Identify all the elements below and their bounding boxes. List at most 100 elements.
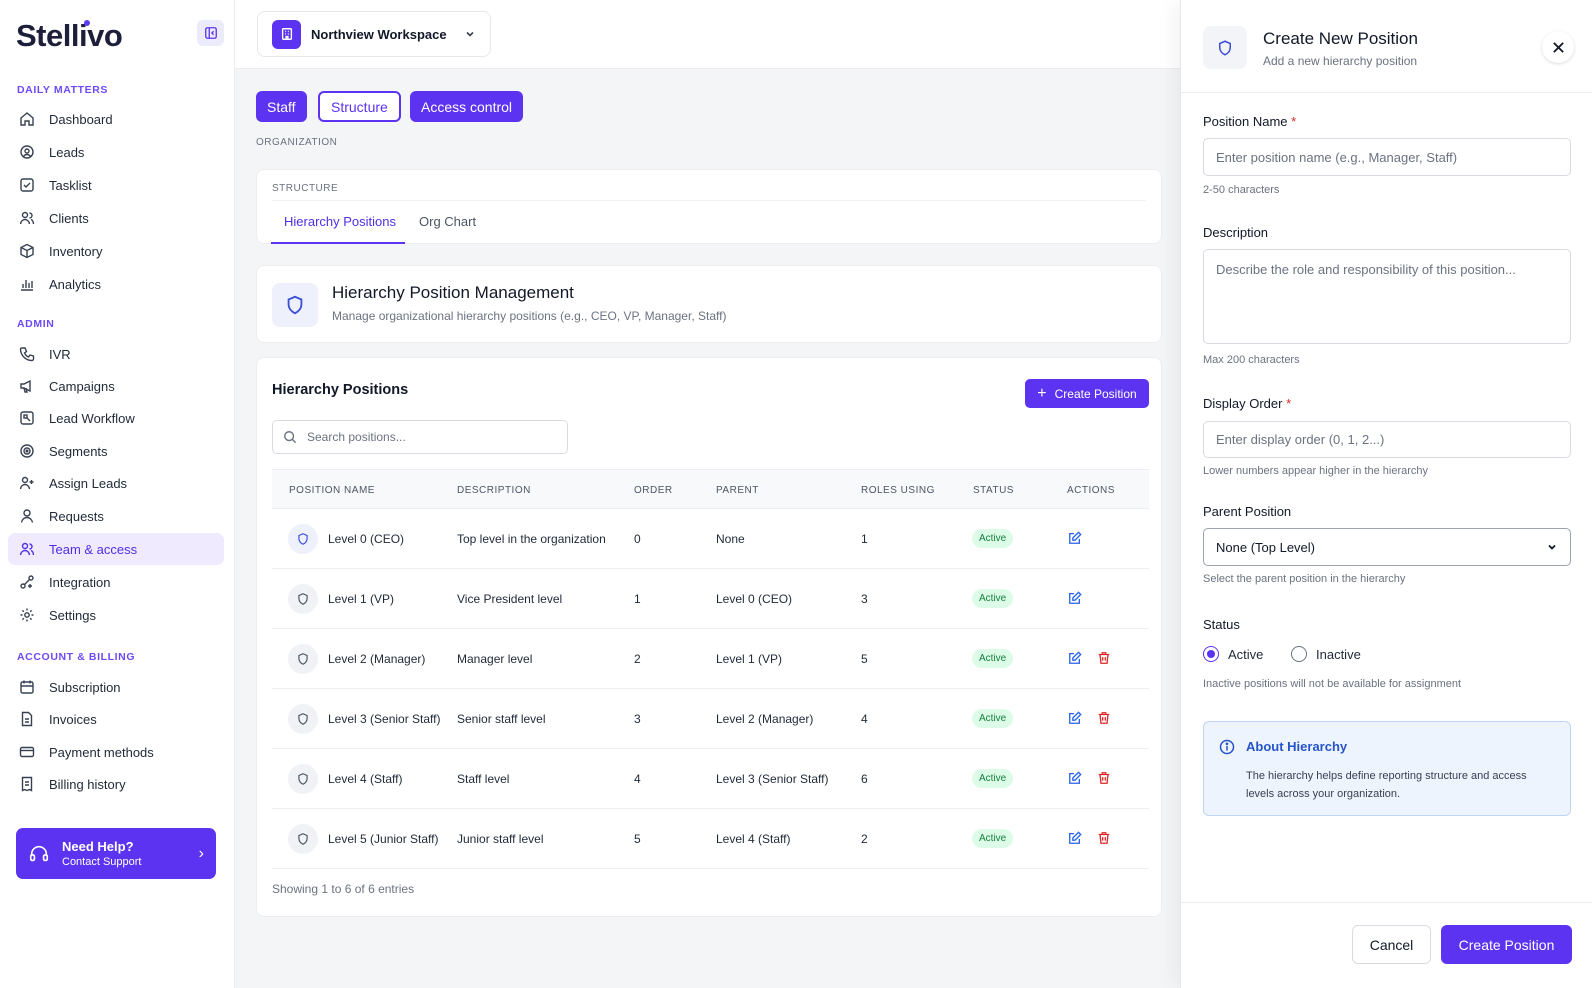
position-name-input[interactable]: Enter position name (e.g., Manager, Staf…: [1203, 138, 1571, 176]
brand-logo: Stellivo: [16, 18, 123, 53]
sidebar-item-subscription[interactable]: Subscription: [8, 671, 224, 703]
workspace-selector[interactable]: Northview Workspace: [257, 11, 491, 57]
brand-logo-dot: [84, 20, 90, 26]
position-name: Level 1 (VP): [328, 592, 395, 606]
sidebar-item-settings[interactable]: Settings: [8, 599, 224, 631]
status-inactive-radio[interactable]: Inactive: [1291, 646, 1361, 662]
position-description: Top level in the organization: [457, 532, 606, 546]
edit-icon[interactable]: [1068, 591, 1082, 605]
sidebar-item-segments[interactable]: Segments: [8, 435, 224, 467]
collapse-sidebar-button[interactable]: [197, 20, 224, 46]
sidebar-item-analytics[interactable]: Analytics: [8, 268, 224, 300]
cancel-button[interactable]: Cancel: [1352, 925, 1431, 964]
search-input[interactable]: Search positions...: [272, 420, 568, 454]
status-badge: Active: [972, 769, 1014, 788]
status-hint: Inactive positions will not be available…: [1203, 678, 1462, 690]
column-header[interactable]: STATUS: [973, 485, 1014, 496]
table-title: Hierarchy Positions: [272, 382, 409, 398]
trash-icon[interactable]: [1097, 651, 1111, 665]
sidebar-item-campaigns[interactable]: Campaigns: [8, 370, 224, 402]
column-header[interactable]: ROLES USING: [861, 485, 935, 496]
edit-icon[interactable]: [1068, 531, 1082, 545]
sidebar-item-invoices[interactable]: Invoices: [8, 703, 224, 735]
nav-section-admin: ADMIN: [17, 318, 55, 330]
edit-icon[interactable]: [1068, 831, 1082, 845]
sidebar-item-billing-history[interactable]: Billing history: [8, 768, 224, 800]
column-header[interactable]: ACTIONS: [1067, 485, 1115, 496]
help-subtitle: Contact Support: [62, 856, 142, 868]
sidebar-item-label: Dashboard: [49, 111, 113, 127]
create-position-button[interactable]: + Create Position: [1025, 379, 1149, 408]
chevron-down-icon: [1548, 544, 1556, 550]
table-row[interactable]: Level 4 (Staff) Staff level 4 Level 3 (S…: [272, 749, 1149, 809]
sidebar-item-dashboard[interactable]: Dashboard: [8, 103, 224, 135]
position-order: 2: [634, 652, 641, 666]
bar-chart-icon: [21, 280, 33, 291]
sidebar-item-team-access[interactable]: Team & access: [8, 533, 224, 565]
close-button[interactable]: [1542, 31, 1574, 63]
status-active-radio[interactable]: Active: [1203, 646, 1263, 662]
column-header[interactable]: DESCRIPTION: [457, 485, 531, 496]
sidebar-item-leads[interactable]: Leads: [8, 136, 224, 168]
parent-position-select[interactable]: None (Top Level): [1203, 528, 1571, 566]
position-name-placeholder: Enter position name (e.g., Manager, Staf…: [1216, 149, 1458, 165]
sidebar-item-payment-methods[interactable]: Payment methods: [8, 736, 224, 768]
sidebar-item-tasklist[interactable]: Tasklist: [8, 169, 224, 201]
display-order-input[interactable]: Enter display order (0, 1, 2...): [1203, 421, 1571, 458]
position-order: 0: [634, 532, 641, 546]
table-row[interactable]: Level 0 (CEO) Top level in the organizat…: [272, 509, 1149, 569]
contact-support-button[interactable]: Need Help? Contact Support ›: [16, 828, 216, 879]
table-row[interactable]: Level 3 (Senior Staff) Senior staff leve…: [272, 689, 1149, 749]
column-header[interactable]: ORDER: [634, 485, 673, 496]
sidebar-item-clients[interactable]: Clients: [8, 202, 224, 234]
chevron-right-icon: ›: [198, 844, 204, 862]
position-parent: Level 4 (Staff): [716, 832, 791, 846]
position-parent: Level 0 (CEO): [716, 592, 793, 606]
structure-label: STRUCTURE: [272, 183, 339, 194]
position-description: Manager level: [457, 652, 533, 666]
sidebar-item-label: Billing history: [49, 776, 126, 792]
parent-position-label: Parent Position: [1203, 504, 1292, 519]
workspace-name: Northview Workspace: [311, 26, 447, 42]
edit-icon[interactable]: [1068, 771, 1082, 785]
position-order: 3: [634, 712, 641, 726]
sidebar-item-ivr[interactable]: IVR: [8, 338, 224, 370]
sidebar-item-lead-workflow[interactable]: Lead Workflow: [8, 402, 224, 434]
description-textarea[interactable]: Describe the role and responsibility of …: [1203, 249, 1571, 344]
edit-icon[interactable]: [1068, 651, 1082, 665]
sidebar: Stellivo DAILY MATTERS ADMIN ACCOUNT & B…: [0, 0, 235, 988]
sidebar-item-assign-leads[interactable]: Assign Leads: [8, 467, 224, 499]
position-name: Level 3 (Senior Staff): [328, 712, 441, 726]
trash-icon[interactable]: [1097, 771, 1111, 785]
column-header[interactable]: POSITION NAME: [289, 485, 375, 496]
chevron-down-icon: [466, 31, 474, 37]
users-icon: [19, 542, 35, 556]
shield-icon: [288, 584, 318, 614]
edit-icon[interactable]: [1068, 711, 1082, 725]
position-order: 1: [634, 592, 641, 606]
help-title: Need Help?: [62, 839, 134, 854]
shield-icon: [1203, 26, 1247, 69]
table-row[interactable]: Level 1 (VP) Vice President level 1 Leve…: [272, 569, 1149, 629]
positions-table-card: Hierarchy Positions + Create Position Se…: [256, 357, 1162, 917]
sidebar-item-requests[interactable]: Requests: [8, 500, 224, 532]
sidebar-item-inventory[interactable]: Inventory: [8, 235, 224, 267]
sidebar-item-label: Settings: [49, 607, 96, 623]
table-row[interactable]: Level 5 (Junior Staff) Junior staff leve…: [272, 809, 1149, 869]
tab-structure[interactable]: Structure: [318, 91, 401, 122]
search-placeholder: Search positions...: [307, 430, 406, 444]
trash-icon[interactable]: [1097, 831, 1111, 845]
tab-access-control[interactable]: Access control: [410, 91, 524, 122]
table-row[interactable]: Level 2 (Manager) Manager level 2 Level …: [272, 629, 1149, 689]
plus-icon: +: [1037, 384, 1047, 402]
subtab-hierarchy-positions[interactable]: Hierarchy Positions: [284, 214, 396, 229]
status-badge: Active: [972, 649, 1014, 668]
workflow-icon: [20, 411, 34, 425]
tab-staff[interactable]: Staff: [256, 91, 307, 122]
column-header[interactable]: PARENT: [716, 485, 759, 496]
submit-create-position-button[interactable]: Create Position: [1441, 925, 1572, 964]
create-position-label: Create Position: [1054, 386, 1137, 401]
sidebar-item-integration[interactable]: Integration: [8, 566, 224, 598]
subtab-org-chart[interactable]: Org Chart: [419, 214, 476, 229]
trash-icon[interactable]: [1097, 711, 1111, 725]
